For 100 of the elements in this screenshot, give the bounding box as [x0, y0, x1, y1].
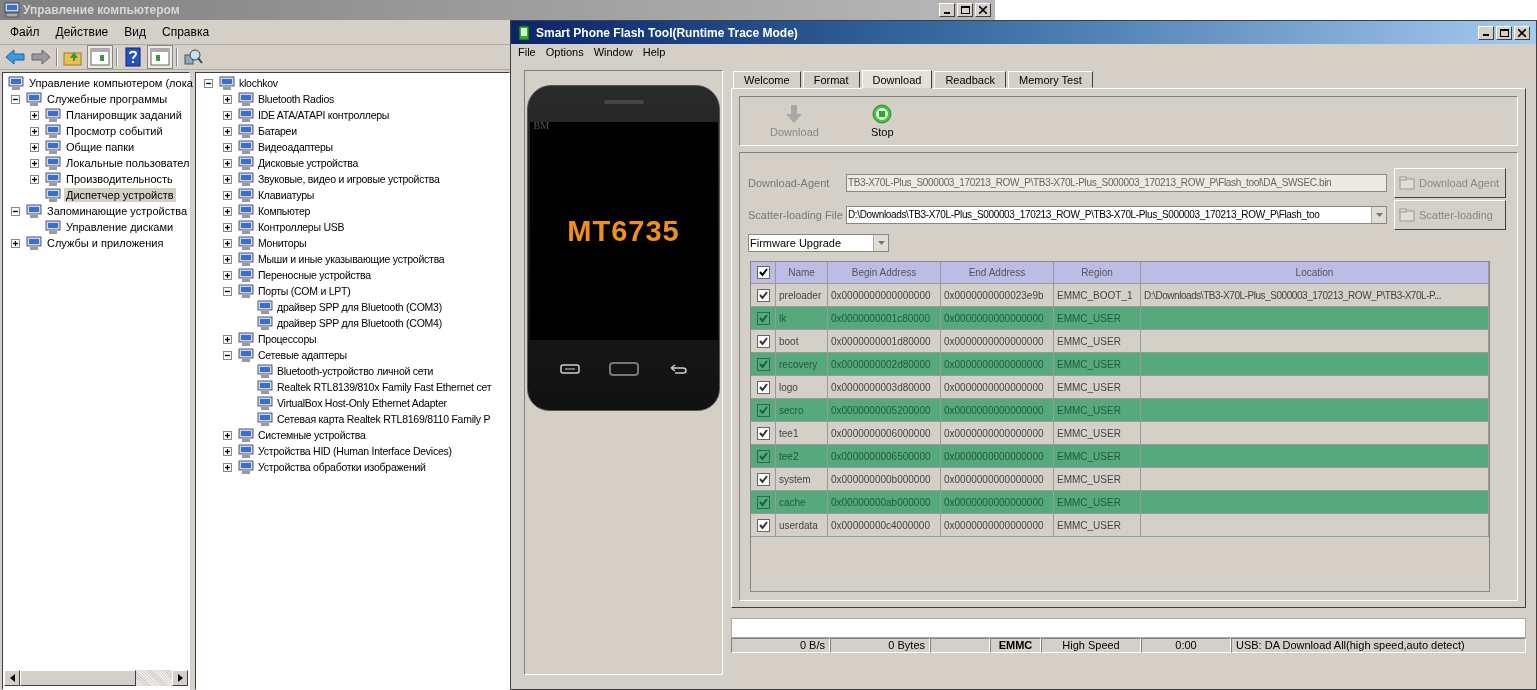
row-checkbox[interactable] — [756, 495, 770, 509]
expand-toggle[interactable] — [223, 222, 232, 232]
maximize-button[interactable] — [1496, 25, 1512, 40]
tree-item[interactable]: Клавиатуры — [257, 188, 316, 202]
row-checkbox[interactable] — [756, 426, 770, 440]
partition-row[interactable]: preloader 0x0000000000000000 0x0000000000023e9b EMMC_BOOT_1 D:\Downloads\TB3-X70L-Plus_S000003_170213_ROW_P\TB3-X70L-P... — [751, 284, 1489, 307]
select-all-checkbox[interactable] — [756, 266, 770, 279]
tree-item[interactable]: Realtek RTL8139/810x Family Fast Ethernet сет — [276, 380, 493, 394]
tree-item[interactable]: драйвер SPP для Bluetooth (COM3) — [276, 300, 443, 314]
expand-toggle[interactable] — [30, 158, 39, 168]
tree-item[interactable]: Устройства обработки изображений — [257, 460, 427, 474]
menu-item[interactable]: Справка — [162, 25, 210, 39]
tree-item[interactable]: Компьютер — [257, 204, 312, 218]
row-checkbox[interactable] — [756, 449, 770, 463]
tree-item[interactable]: Порты (COM и LPT) — [257, 284, 352, 298]
tree-item[interactable]: Сетевые адаптеры — [257, 348, 348, 362]
row-checkbox[interactable] — [756, 380, 770, 394]
row-checkbox[interactable] — [756, 403, 770, 417]
tree-item[interactable]: Производительность — [64, 172, 175, 186]
tree-item[interactable]: Управление дисками — [64, 220, 176, 234]
tree-item[interactable]: Системные устройства — [257, 428, 367, 442]
tree-item[interactable]: Дисковые устройства — [257, 156, 359, 170]
tree-item[interactable]: Служебные программы — [45, 92, 170, 106]
tab[interactable]: Readback — [934, 71, 1006, 88]
expand-toggle[interactable] — [223, 446, 232, 456]
expand-toggle[interactable] — [223, 94, 232, 104]
tree-item[interactable]: Bluetooth Radios — [257, 92, 335, 106]
help-icon[interactable] — [122, 47, 144, 67]
row-checkbox[interactable] — [756, 334, 770, 348]
expand-toggle[interactable] — [11, 94, 20, 104]
menu-item[interactable]: Window — [593, 46, 633, 58]
tab[interactable]: Memory Test — [1007, 71, 1093, 88]
expand-toggle[interactable] — [223, 238, 232, 248]
menu-item[interactable]: Options — [545, 46, 584, 58]
expand-toggle[interactable] — [223, 190, 232, 200]
partition-row[interactable]: tee1 0x0000000006000000 0x0000000000000000 EMMC_USER — [751, 422, 1489, 445]
tree-item[interactable]: Управление компьютером (лока — [27, 76, 195, 90]
expand-toggle[interactable] — [204, 78, 213, 88]
menu-item[interactable]: Файл — [10, 25, 40, 39]
tree-item[interactable]: драйвер SPP для Bluetooth (COM4) — [276, 316, 443, 330]
tree-item[interactable]: Звуковые, видео и игровые устройства — [257, 172, 441, 186]
expand-toggle[interactable] — [223, 254, 232, 264]
close-button[interactable] — [1514, 25, 1530, 40]
tree-item[interactable]: Сетевая карта Realtek RTL8169/8110 Family P — [276, 412, 492, 426]
row-checkbox[interactable] — [756, 311, 770, 325]
minimize-button[interactable] — [939, 3, 955, 17]
tree-item[interactable]: Процессоры — [257, 332, 318, 346]
tree-item[interactable]: Службы и приложения — [45, 236, 166, 250]
horizontal-scrollbar[interactable] — [4, 670, 188, 686]
tree-item[interactable]: Просмотр событий — [64, 124, 165, 138]
back-arrow-icon[interactable] — [4, 48, 26, 66]
menu-item[interactable]: Help — [642, 46, 666, 58]
tree-item[interactable]: Переносные устройства — [257, 268, 372, 282]
partition-row[interactable]: logo 0x0000000003d80000 0x0000000000000000 EMMC_USER — [751, 376, 1489, 399]
expand-toggle[interactable] — [11, 238, 20, 248]
tree-item[interactable]: klochkov — [238, 76, 279, 90]
tree-item[interactable]: Общие папки — [64, 140, 137, 154]
expand-toggle[interactable] — [223, 174, 232, 184]
action-pane-icon[interactable] — [148, 46, 172, 68]
mode-dropdown[interactable]: Firmware Upgrade — [748, 234, 889, 252]
menu-item[interactable]: File — [518, 46, 536, 58]
tree-pane-icon[interactable] — [88, 46, 112, 68]
row-checkbox[interactable] — [756, 518, 770, 532]
expand-toggle[interactable] — [223, 110, 232, 120]
minimize-button[interactable] — [1478, 25, 1494, 40]
path-dropdown[interactable]: D:\Downloads\TB3-X70L-Plus_S000003_170213_ROW_P\TB3-X70L-Plus_S000003_170213_ROW_P\Flash_too — [846, 206, 1387, 224]
expand-toggle[interactable] — [223, 270, 232, 280]
expand-toggle[interactable] — [223, 142, 232, 152]
row-checkbox[interactable] — [756, 288, 770, 302]
expand-toggle[interactable] — [223, 286, 232, 296]
menu-item[interactable]: Вид — [124, 25, 146, 39]
tree-item[interactable]: Видеоадаптеры — [257, 140, 334, 154]
menu-item[interactable]: Действие — [55, 25, 109, 39]
partition-row[interactable]: userdata 0x00000000c4000000 0x0000000000000000 EMMC_USER — [751, 514, 1489, 537]
tab[interactable]: Format — [802, 71, 860, 88]
row-checkbox[interactable] — [756, 472, 770, 486]
tree-item[interactable]: Bluetooth-устройство личной сети — [276, 364, 435, 378]
partition-row[interactable]: boot 0x0000000001d80000 0x0000000000000000 EMMC_USER — [751, 330, 1489, 353]
row-checkbox[interactable] — [756, 357, 770, 371]
expand-toggle[interactable] — [30, 174, 39, 184]
close-button[interactable] — [975, 3, 991, 17]
expand-toggle[interactable] — [223, 334, 232, 344]
tree-item[interactable]: Локальные пользовател — [64, 156, 192, 170]
expand-toggle[interactable] — [223, 430, 232, 440]
tree-item[interactable]: IDE ATA/ATAPI контроллеры — [257, 108, 391, 122]
right-arrow-icon[interactable] — [177, 674, 183, 682]
expand-toggle[interactable] — [30, 126, 39, 136]
expand-toggle[interactable] — [223, 206, 232, 216]
tree-item[interactable]: Диспетчер устройств — [64, 188, 176, 202]
expand-toggle[interactable] — [30, 110, 39, 120]
tree-item[interactable]: Планировщик заданий — [64, 108, 184, 122]
tab[interactable]: Welcome — [733, 71, 801, 88]
tree-item[interactable]: Мониторы — [257, 236, 308, 250]
expand-toggle[interactable] — [11, 206, 20, 216]
tree-item[interactable]: VirtualBox Host-Only Ethernet Adapter — [276, 396, 448, 410]
expand-toggle[interactable] — [223, 462, 232, 472]
expand-toggle[interactable] — [223, 158, 232, 168]
expand-toggle[interactable] — [30, 142, 39, 152]
maximize-button[interactable] — [957, 3, 973, 17]
expand-toggle[interactable] — [223, 350, 232, 360]
